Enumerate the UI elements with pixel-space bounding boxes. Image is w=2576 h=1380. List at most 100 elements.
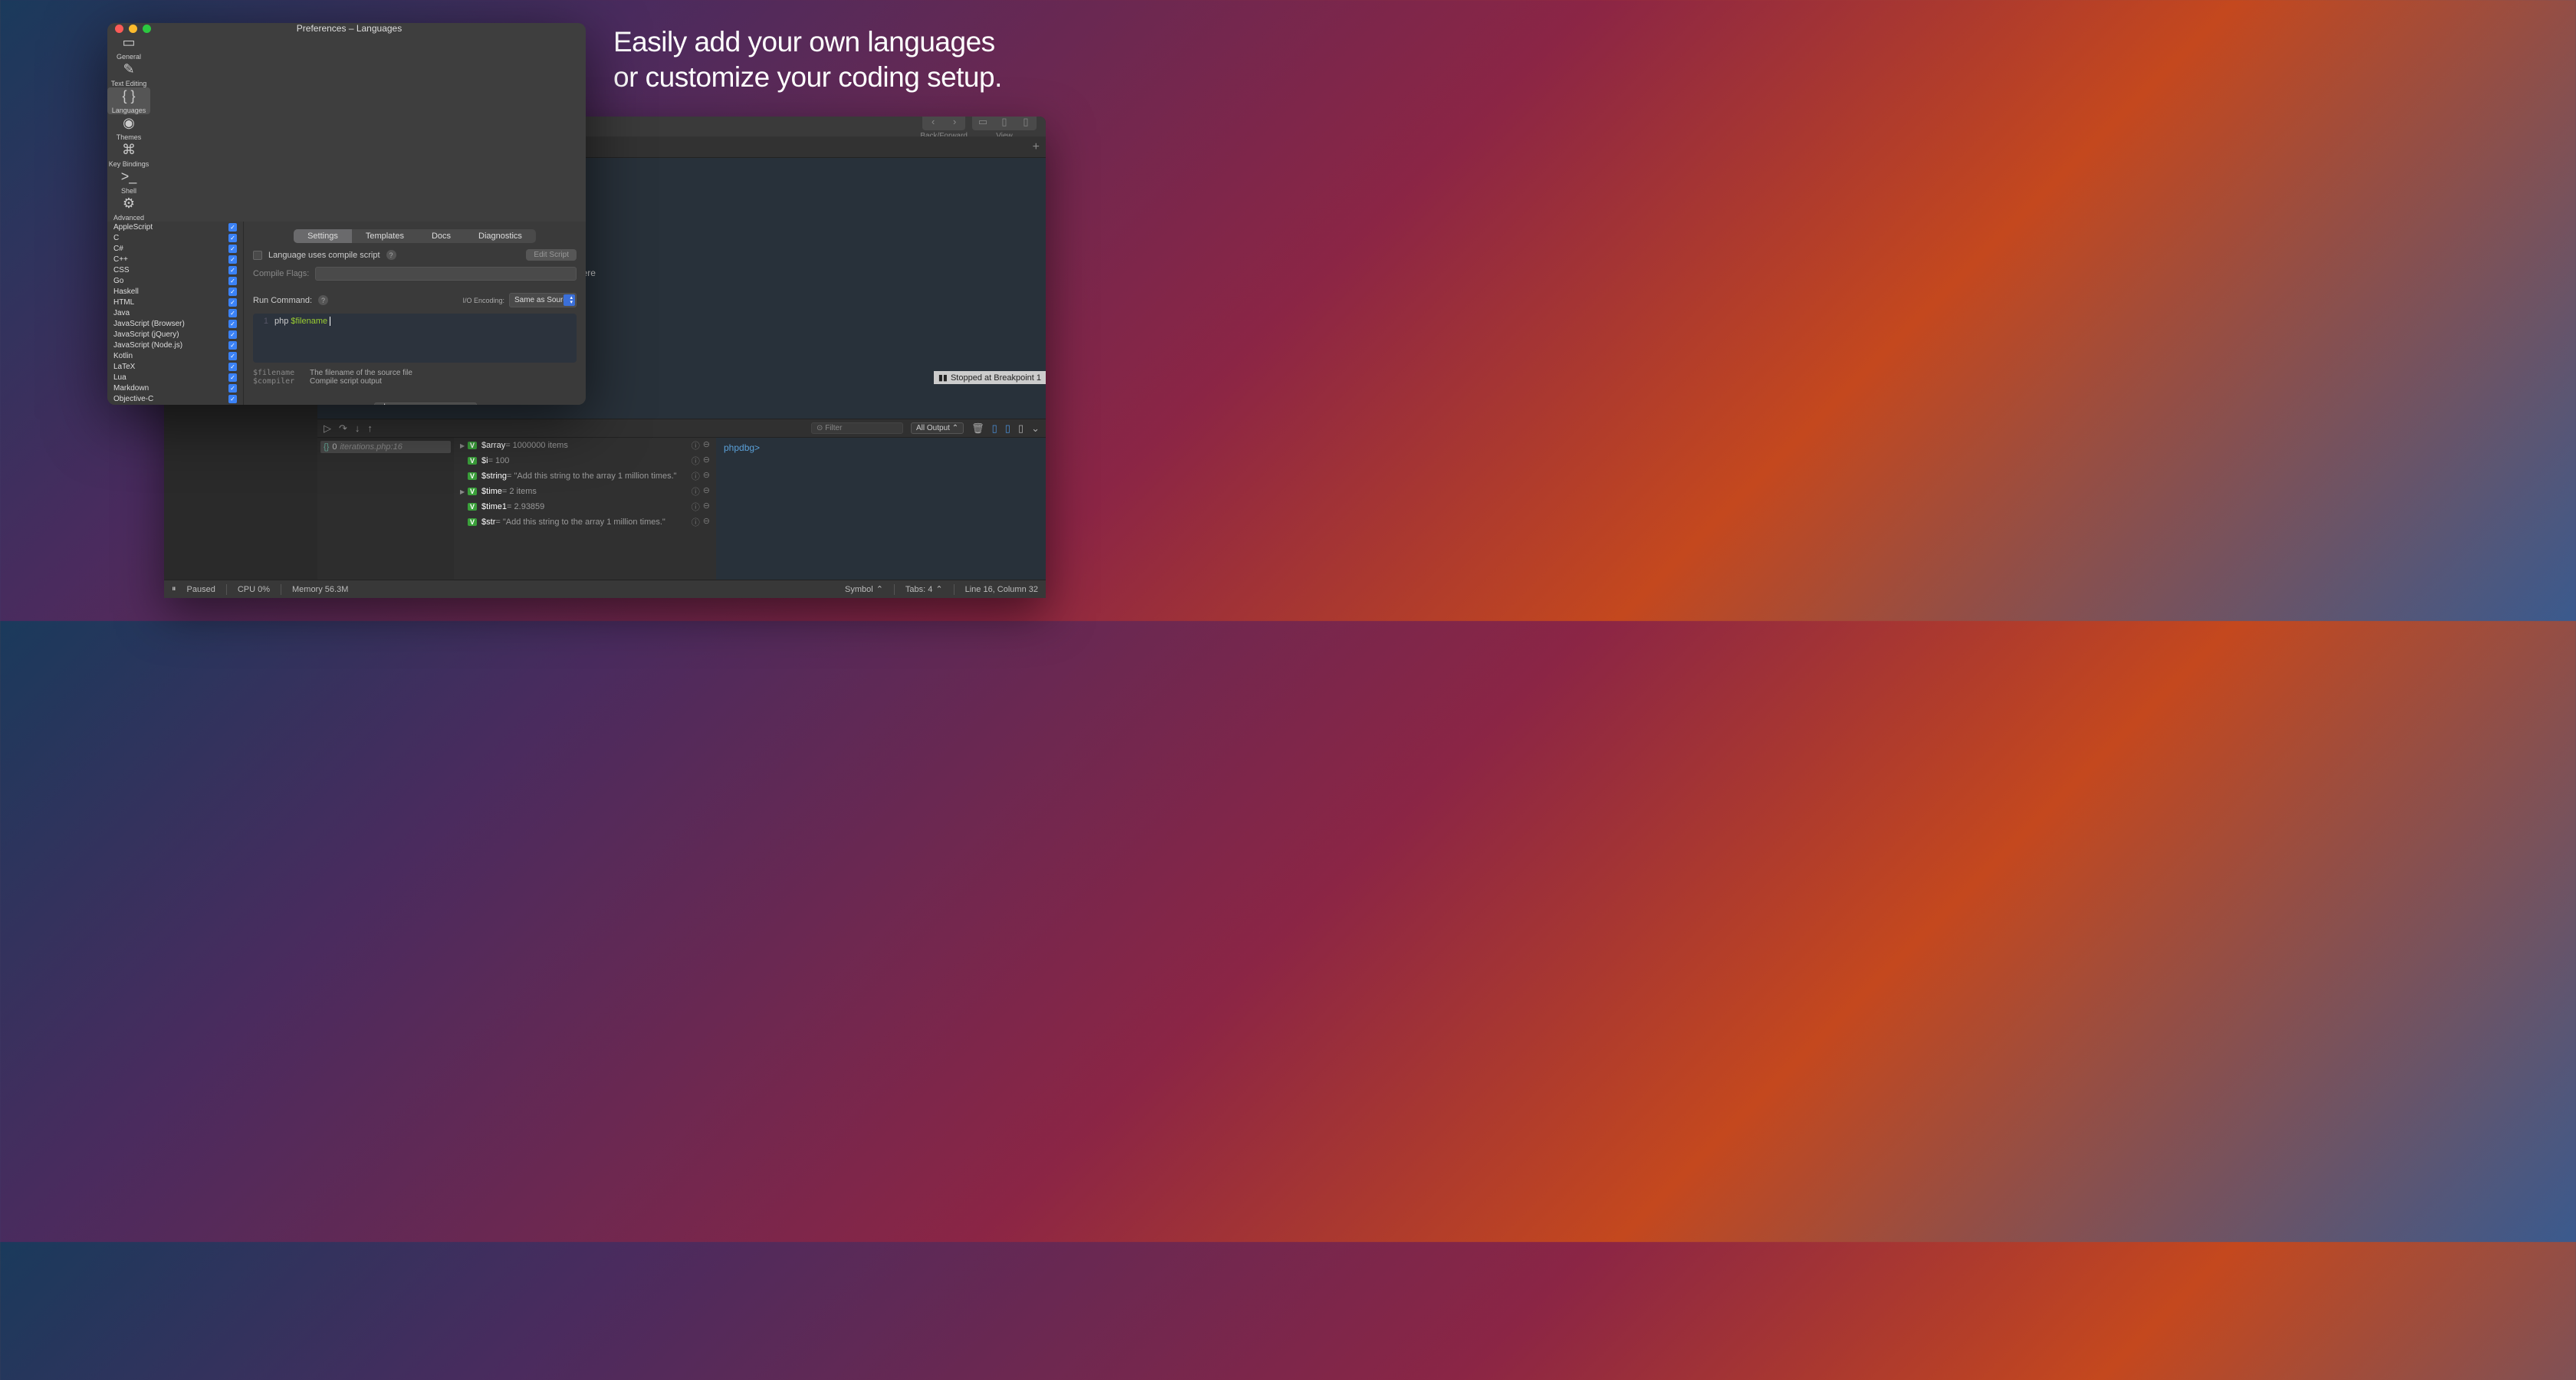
info-icon[interactable]: ⓘ <box>692 516 700 528</box>
debug-filter-input[interactable]: ⊙ Filter <box>811 422 903 434</box>
language-item[interactable]: AppleScript✓ <box>107 222 243 232</box>
clear-console-button[interactable]: 🗑 <box>971 422 984 435</box>
nav-forward-button[interactable]: › <box>944 117 965 130</box>
compile-flags-label: Compile Flags: <box>253 269 309 278</box>
hint-row: $compilerCompile script output <box>253 377 577 386</box>
language-item[interactable]: Objective-C++✓ <box>107 404 243 405</box>
layout-button-1[interactable]: ▯ <box>992 422 997 435</box>
language-item[interactable]: Haskell✓ <box>107 286 243 297</box>
detail-tab-docs[interactable]: Docs <box>418 229 465 243</box>
add-tab-button[interactable]: + <box>1033 140 1040 154</box>
preferences-titlebar[interactable]: Preferences – Languages <box>107 23 586 34</box>
view-mode-2[interactable]: ▯ <box>994 117 1015 130</box>
remove-icon[interactable]: ⊖ <box>703 439 710 452</box>
pref-tab-text-editing[interactable]: ✎Text Editing <box>107 61 150 87</box>
detail-tab-templates[interactable]: Templates <box>352 229 418 243</box>
info-icon[interactable]: ⓘ <box>692 455 700 467</box>
language-item[interactable]: LaTeX✓ <box>107 361 243 372</box>
pref-tab-general[interactable]: ▭General <box>107 34 150 61</box>
language-item[interactable]: Java✓ <box>107 307 243 318</box>
language-item[interactable]: Lua✓ <box>107 372 243 383</box>
output-selector[interactable]: All Output ⌃ <box>911 422 964 434</box>
check-icon: ✓ <box>228 384 237 393</box>
debug-more-button[interactable]: ⌄ <box>1031 422 1040 435</box>
status-bar: ⏸ Paused CPU 0% Memory 56.3M Symbol ⌃ Ta… <box>164 580 1046 598</box>
nav-back-button[interactable]: ‹ <box>922 117 944 130</box>
info-icon[interactable]: ⓘ <box>692 485 700 498</box>
key-bindings-icon: ⌘ <box>120 141 138 158</box>
status-cpu: CPU 0% <box>238 585 270 594</box>
detail-tab-settings[interactable]: Settings <box>294 229 352 243</box>
help-icon[interactable]: ? <box>318 295 328 305</box>
language-item[interactable]: CSS✓ <box>107 264 243 275</box>
tabs-indicator[interactable]: Tabs: 4 ⌃ <box>905 584 943 594</box>
remove-icon[interactable]: ⊖ <box>703 485 710 498</box>
variable-row[interactable]: V$str = "Add this string to the array 1 … <box>454 514 716 530</box>
language-item[interactable]: Go✓ <box>107 275 243 286</box>
language-item[interactable]: JavaScript (jQuery)✓ <box>107 329 243 340</box>
debug-step-over-button[interactable]: ↷ <box>339 422 347 435</box>
pause-icon[interactable]: ⏸ <box>172 584 176 594</box>
variables-panel[interactable]: ▶V$array = 1000000 itemsⓘ⊖V$i = 100ⓘ⊖V$s… <box>454 438 716 580</box>
layout-button-2[interactable]: ▯ <box>1005 422 1010 435</box>
pref-tab-languages[interactable]: { }Languages <box>107 87 150 114</box>
check-icon: ✓ <box>228 373 237 382</box>
language-item[interactable]: Markdown✓ <box>107 383 243 393</box>
variable-row[interactable]: ▶V$array = 1000000 itemsⓘ⊖ <box>454 438 716 453</box>
marketing-headline: Easily add your own languages or customi… <box>613 25 1002 96</box>
detail-tab-diagnostics[interactable]: Diagnostics <box>465 229 536 243</box>
view-mode-3[interactable]: ▯ <box>1015 117 1037 130</box>
language-item[interactable]: Kotlin✓ <box>107 350 243 361</box>
view-mode-1[interactable]: ▭ <box>972 117 994 130</box>
layout-button-3[interactable]: ▯ <box>1018 422 1024 435</box>
pref-tab-key-bindings[interactable]: ⌘Key Bindings <box>107 141 150 168</box>
debug-continue-button[interactable]: ▷ <box>324 422 331 435</box>
language-item[interactable]: C✓ <box>107 232 243 243</box>
variable-row[interactable]: V$string = "Add this string to the array… <box>454 468 716 484</box>
check-icon: ✓ <box>228 395 237 403</box>
language-item[interactable]: JavaScript (Node.js)✓ <box>107 340 243 350</box>
help-icon[interactable]: ? <box>386 250 396 260</box>
io-encoding-label: I/O Encoding: <box>462 297 504 304</box>
language-item[interactable]: C++✓ <box>107 254 243 264</box>
language-item[interactable]: JavaScript (Browser)✓ <box>107 318 243 329</box>
pref-tab-advanced[interactable]: ⚙Advanced <box>107 195 150 222</box>
language-item[interactable]: C#✓ <box>107 243 243 254</box>
language-item[interactable]: HTML✓ <box>107 297 243 307</box>
variable-row[interactable]: V$time1 = 2.93859ⓘ⊖ <box>454 499 716 514</box>
stack-frame[interactable]: {} 0 iterations.php:16 <box>320 441 451 453</box>
compile-flags-input[interactable] <box>315 267 577 281</box>
language-item[interactable]: Objective-C✓ <box>107 393 243 404</box>
run-command-editor[interactable]: 1php $filename <box>253 314 577 363</box>
info-icon[interactable]: ⓘ <box>692 439 700 452</box>
debug-console[interactable]: phpdbg> <box>716 438 1046 580</box>
braces-icon: {} <box>324 442 329 452</box>
remove-icon[interactable]: ⊖ <box>703 455 710 467</box>
pref-tab-themes[interactable]: ◉Themes <box>107 114 150 141</box>
remove-icon[interactable]: ⊖ <box>703 501 710 513</box>
remove-icon[interactable]: ⊖ <box>703 470 710 482</box>
check-icon: ✓ <box>228 245 237 253</box>
marketing-line-2: or customize your coding setup. <box>613 60 1002 95</box>
info-icon[interactable]: ⓘ <box>692 470 700 482</box>
remove-icon[interactable]: ⊖ <box>703 516 710 528</box>
variable-row[interactable]: V$i = 100ⓘ⊖ <box>454 453 716 468</box>
edit-script-button[interactable]: Edit Script <box>526 249 577 261</box>
compile-script-checkbox[interactable] <box>253 251 262 260</box>
languages-scroll[interactable]: AppleScript✓C✓C#✓C++✓CSS✓Go✓Haskell✓HTML… <box>107 222 243 405</box>
debug-step-in-button[interactable]: ↓ <box>355 422 360 434</box>
text-editing-icon: ✎ <box>120 61 138 77</box>
themes-icon: ◉ <box>120 114 138 131</box>
general-icon: ▭ <box>120 34 138 51</box>
check-icon: ✓ <box>228 341 237 350</box>
status-memory: Memory 56.3M <box>292 585 348 594</box>
variable-row[interactable]: ▶V$time = 2 itemsⓘ⊖ <box>454 484 716 499</box>
io-encoding-select[interactable]: Same as Source▴▾ <box>509 293 577 307</box>
file-ext-input[interactable]: php <box>374 402 477 405</box>
check-icon: ✓ <box>228 288 237 296</box>
debug-panel: ▷ ↷ ↓ ↑ ⊙ Filter All Output ⌃ 🗑 ▯ ▯ ▯ ⌄ <box>317 419 1046 580</box>
debug-step-out-button[interactable]: ↑ <box>367 422 373 434</box>
pref-tab-shell[interactable]: >_Shell <box>107 168 150 195</box>
info-icon[interactable]: ⓘ <box>692 501 700 513</box>
symbol-selector[interactable]: Symbol ⌃ <box>845 584 883 594</box>
